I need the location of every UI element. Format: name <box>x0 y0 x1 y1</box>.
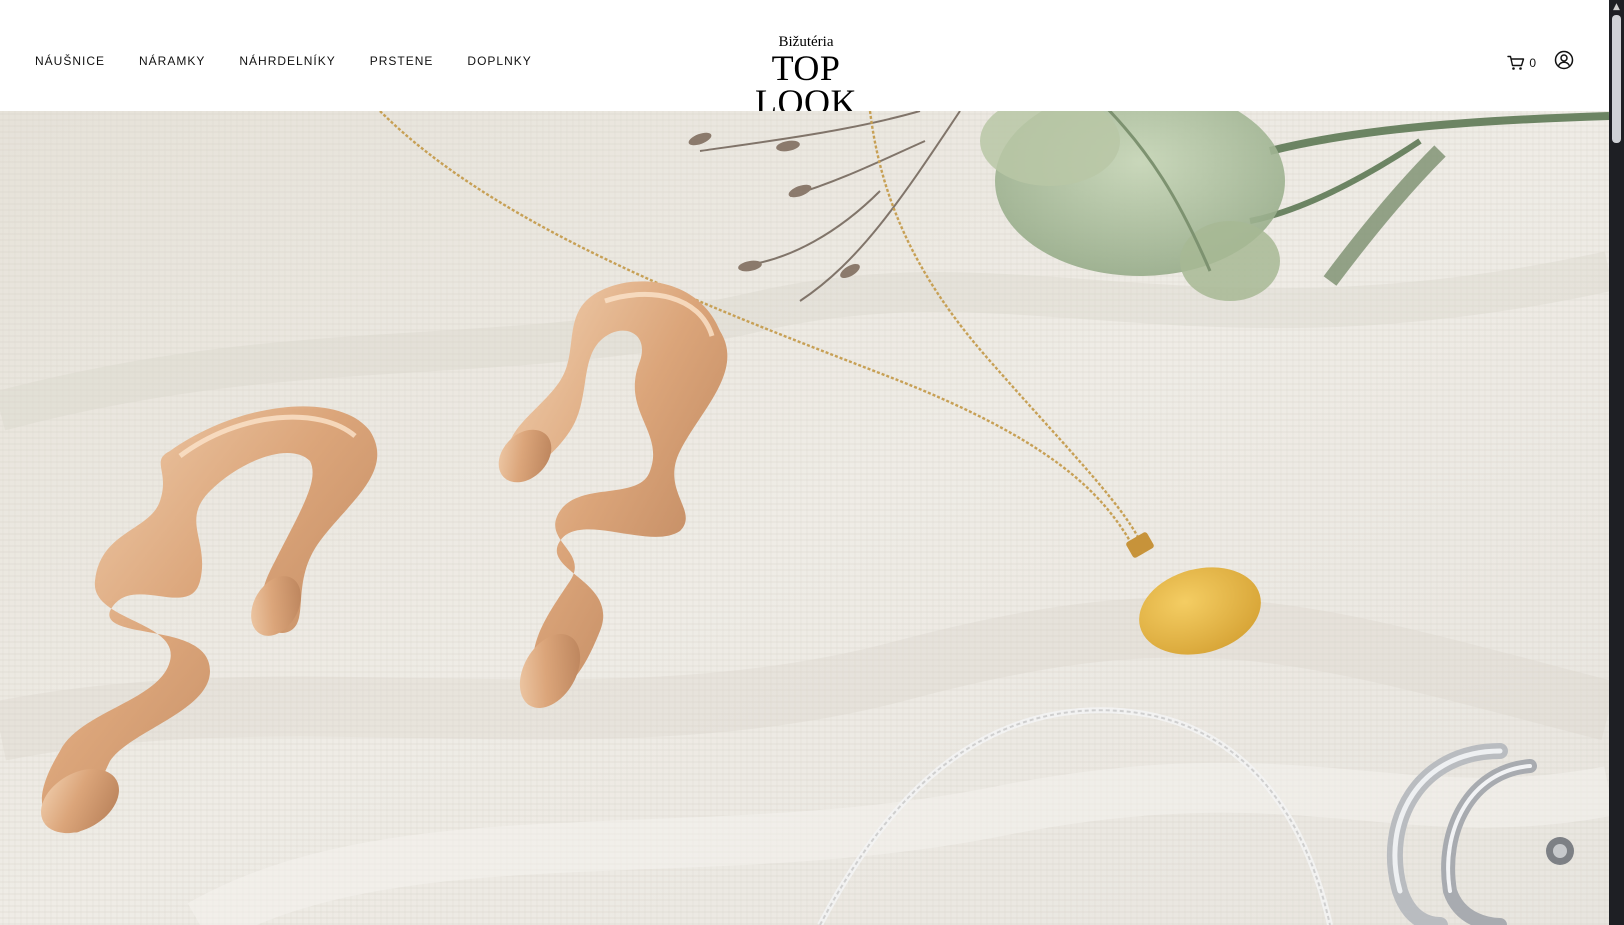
page: NÁUŠNICE NÁRAMKY NÁHRDELNÍKY PRSTENE DOP… <box>0 0 1624 925</box>
nav-item-doplnky[interactable]: DOPLNKY <box>467 54 531 68</box>
logo-title: TOP LOOK <box>755 48 857 122</box>
jewelry-photo <box>0 111 1609 925</box>
scroll-up-arrow-icon[interactable]: ▲ <box>1609 0 1624 15</box>
cart-button[interactable]: 0 <box>1507 55 1536 71</box>
site-logo[interactable]: Bižutéria TOP LOOK <box>718 34 894 122</box>
nav-item-nahrdelniky[interactable]: NÁHRDELNÍKY <box>239 54 335 68</box>
scrollbar-thumb[interactable] <box>1612 15 1621 143</box>
nav-item-prstene[interactable]: PRSTENE <box>370 54 434 68</box>
cart-icon <box>1507 55 1525 70</box>
hero-image[interactable] <box>0 111 1609 925</box>
user-icon <box>1554 50 1574 70</box>
header-icons: 0 <box>1507 50 1574 75</box>
scrollbar[interactable]: ▲ <box>1609 0 1624 925</box>
nav-item-nausnice[interactable]: NÁUŠNICE <box>35 54 105 68</box>
site-header: NÁUŠNICE NÁRAMKY NÁHRDELNÍKY PRSTENE DOP… <box>0 0 1609 120</box>
account-button[interactable] <box>1554 50 1574 75</box>
nav-item-naramky[interactable]: NÁRAMKY <box>139 54 205 68</box>
main-nav: NÁUŠNICE NÁRAMKY NÁHRDELNÍKY PRSTENE DOP… <box>35 54 566 68</box>
cart-count: 0 <box>1529 55 1536 70</box>
